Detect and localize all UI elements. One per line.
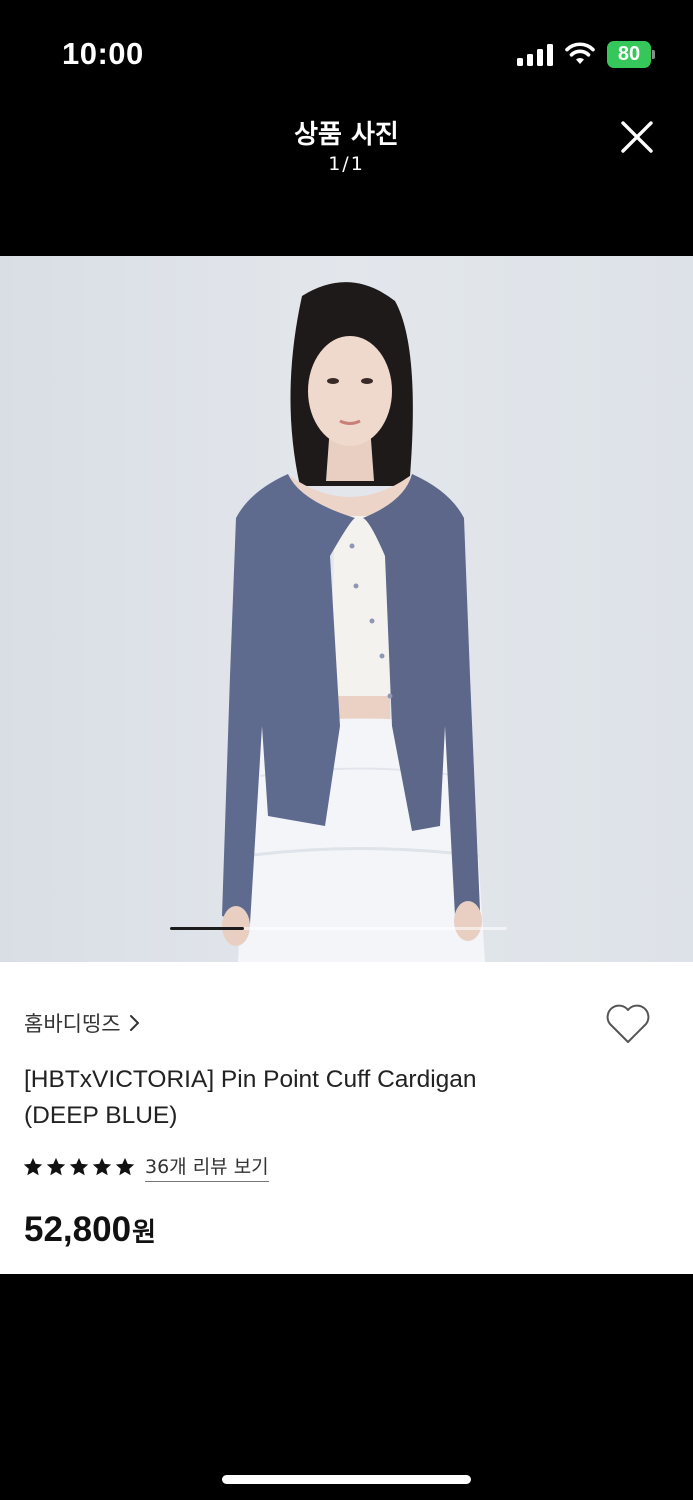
page-title: 상품 사진 — [294, 120, 399, 150]
image-counter: 1/1 — [328, 153, 365, 175]
product-info-panel: 홈바디띵즈 [HBTxVICTORIA] Pin Point Cuff Card… — [0, 962, 693, 1274]
heart-icon[interactable] — [604, 1002, 652, 1046]
review-link[interactable]: 36개 리뷰 보기 — [145, 1152, 269, 1182]
home-indicator[interactable] — [222, 1475, 471, 1484]
close-icon[interactable] — [614, 114, 660, 160]
price-value: 52,800 — [24, 1210, 132, 1249]
product-price: 52,800 원 — [24, 1210, 156, 1250]
star-icon — [92, 1157, 112, 1176]
brand-link[interactable]: 홈바디띵즈 — [24, 1008, 140, 1038]
status-bar: 10:00 80 — [0, 0, 693, 110]
product-photo[interactable] — [0, 256, 693, 962]
product-title-line1: [HBTxVICTORIA] Pin Point Cuff Cardigan — [24, 1066, 477, 1093]
star-rating — [22, 1156, 136, 1178]
brand-name: 홈바디띵즈 — [24, 1012, 121, 1036]
battery-level: 80 — [607, 41, 651, 68]
model-illustration — [0, 256, 693, 962]
product-title: [HBTxVICTORIA] Pin Point Cuff Cardigan (… — [24, 1062, 584, 1134]
star-icon — [46, 1157, 66, 1176]
rating-row: 36개 리뷰 보기 — [22, 1152, 269, 1182]
gallery-scroll-thumb[interactable] — [170, 927, 244, 930]
wifi-icon — [565, 42, 595, 64]
signal-icon — [517, 44, 553, 66]
price-currency: 원 — [132, 1218, 156, 1248]
product-title-line2: (DEEP BLUE) — [24, 1102, 178, 1129]
chevron-right-icon — [129, 1015, 139, 1031]
battery-tip — [652, 50, 655, 59]
star-icon — [115, 1157, 135, 1176]
status-time: 10:00 — [62, 36, 144, 71]
star-icon — [69, 1157, 89, 1176]
star-icon — [23, 1157, 43, 1176]
battery-icon: 80 — [607, 41, 655, 68]
